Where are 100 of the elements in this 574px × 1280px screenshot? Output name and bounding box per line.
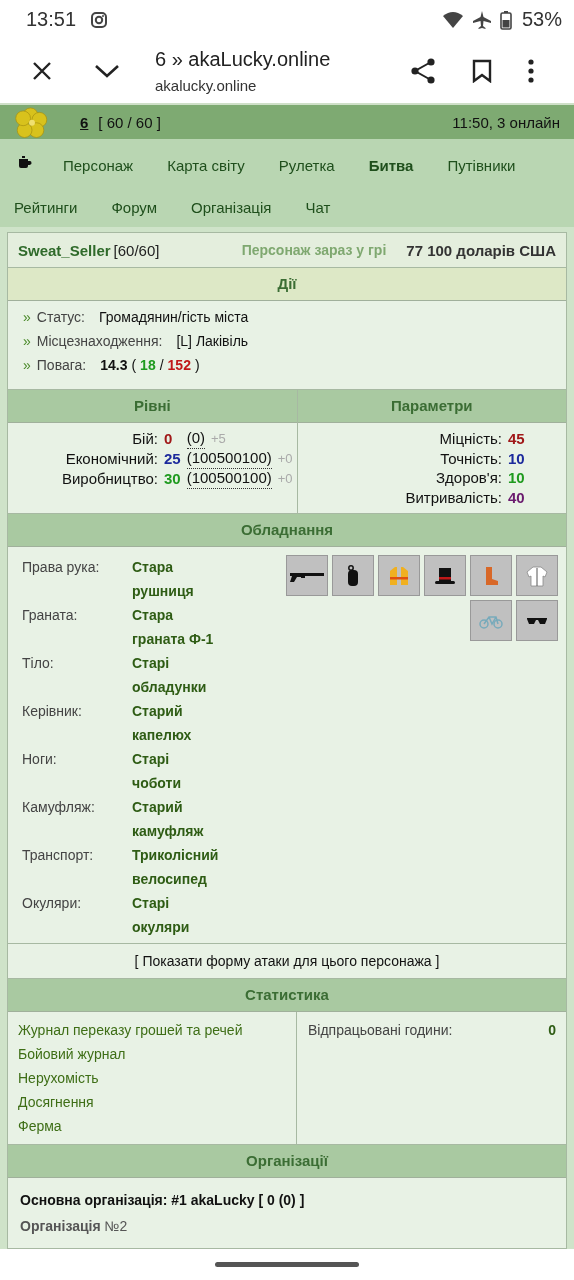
boot-icon bbox=[483, 565, 499, 586]
gesture-handle[interactable] bbox=[215, 1262, 359, 1268]
level-link[interactable]: 6 bbox=[80, 113, 89, 131]
equipment-slot[interactable] bbox=[516, 600, 558, 642]
stat-link[interactable]: Ферма bbox=[18, 1114, 286, 1139]
chevron-down-icon[interactable] bbox=[94, 63, 120, 80]
bookmark-icon[interactable] bbox=[472, 59, 492, 84]
item-link[interactable]: Старий капелюх bbox=[132, 699, 220, 748]
sunglasses-icon bbox=[526, 615, 548, 626]
level-bonus: +0 bbox=[277, 450, 293, 469]
player-energy: [60/60] bbox=[113, 241, 160, 259]
bullet-mark: » bbox=[23, 333, 31, 350]
stat-link[interactable]: Досягнення bbox=[18, 1090, 286, 1115]
info-value: Громадянин/гість міста bbox=[98, 309, 249, 326]
item-link[interactable]: Старі обладунки bbox=[132, 651, 220, 700]
bullet-mark: » bbox=[23, 309, 31, 326]
stat-link[interactable]: Нерухомість bbox=[18, 1066, 286, 1091]
vest-icon bbox=[388, 565, 410, 586]
level-label: Економічний: bbox=[64, 449, 158, 470]
nav-link[interactable]: Організація bbox=[191, 193, 272, 224]
nav-link[interactable]: Чат bbox=[305, 193, 331, 224]
info-value: ) bbox=[194, 357, 200, 374]
info-value: 14.3 bbox=[100, 357, 128, 374]
bullet-mark: » bbox=[23, 357, 31, 374]
server-time-online: 11:50, 3 онлайн bbox=[452, 113, 560, 131]
section-header: Дії bbox=[8, 268, 566, 302]
top-hat-icon bbox=[434, 566, 456, 585]
slot-label: Ноги: bbox=[22, 750, 58, 770]
nav-link[interactable]: Битва bbox=[368, 151, 414, 182]
parameter-label: Здоров'я: bbox=[435, 468, 502, 488]
battery-percent: 53% bbox=[521, 8, 562, 31]
parameter-value: 45 bbox=[508, 429, 526, 449]
share-icon[interactable] bbox=[410, 57, 436, 86]
cup-icon[interactable] bbox=[18, 155, 32, 170]
slot-label: Транспорт: bbox=[22, 846, 95, 866]
item-link[interactable]: Старі чоботи bbox=[132, 747, 220, 796]
stat-value: 0 bbox=[548, 1021, 556, 1041]
item-link[interactable]: Старий камуфляж bbox=[132, 795, 220, 844]
equipment-slot[interactable] bbox=[286, 555, 328, 597]
energy-counter: [ 60 / 60 ] bbox=[98, 113, 161, 131]
organization-slot: Організація №2 bbox=[20, 1218, 554, 1235]
section-header: Обладнання bbox=[8, 514, 566, 548]
main-organization: Основна організація: #1 akaLucky [ 0 (0) ] bbox=[20, 1192, 306, 1209]
section-header: Статистика bbox=[8, 979, 566, 1013]
equipment-slot[interactable] bbox=[424, 555, 466, 597]
parameter-value: 40 bbox=[508, 487, 526, 508]
info-value: [L] Лаківіль bbox=[176, 333, 249, 350]
info-label: Повага: bbox=[36, 357, 87, 374]
item-link[interactable]: Триколісний велосипед bbox=[132, 843, 220, 892]
item-link[interactable]: Стара граната Ф-1 bbox=[132, 603, 220, 652]
jacket-icon bbox=[526, 564, 548, 587]
slot-label: Граната: bbox=[22, 606, 79, 626]
equipment-slot[interactable] bbox=[332, 555, 374, 597]
level-label: Виробництво: bbox=[60, 469, 158, 490]
info-value: ( bbox=[131, 357, 137, 374]
experience-link[interactable]: (0) bbox=[186, 429, 206, 450]
item-link[interactable]: Старі окуляри bbox=[132, 891, 220, 940]
info-label: Місцезнаходження: bbox=[36, 333, 163, 350]
level-bonus: +5 bbox=[211, 430, 226, 449]
camera-icon bbox=[90, 10, 109, 29]
info-label: Статус: bbox=[36, 309, 85, 326]
nav-link[interactable]: Форум bbox=[111, 193, 158, 224]
parameter-label: Витривалість: bbox=[404, 487, 502, 508]
section-header: Параметри bbox=[297, 390, 566, 424]
parameter-value: 10 bbox=[508, 468, 526, 488]
grenade-icon bbox=[346, 564, 360, 587]
info-value: / bbox=[159, 357, 164, 374]
slot-label: Окуляри: bbox=[22, 894, 83, 914]
page-url: akalucky.online bbox=[155, 77, 258, 95]
level-bonus: +0 bbox=[277, 470, 293, 489]
slot-label: Камуфляж: bbox=[22, 798, 96, 818]
parameter-label: Міцність: bbox=[438, 429, 502, 449]
nav-link[interactable]: Карта світу bbox=[167, 151, 245, 182]
experience-link[interactable]: (100500100) bbox=[186, 449, 272, 470]
level-value: 30 bbox=[164, 469, 181, 490]
item-link[interactable]: Стара рушниця bbox=[132, 555, 220, 604]
attack-form-link[interactable]: [ Показати форму атаки для цього персонажа ] bbox=[134, 953, 440, 970]
clock-time: 13:51 bbox=[26, 8, 77, 31]
level-value: 0 bbox=[164, 429, 174, 450]
close-icon[interactable] bbox=[32, 61, 52, 82]
nav-link[interactable]: Персонаж bbox=[63, 151, 134, 182]
nav-link[interactable]: Путівники bbox=[447, 151, 516, 182]
slot-label: Керівник: bbox=[22, 702, 83, 722]
stat-link[interactable]: Бойовий журнал bbox=[18, 1042, 286, 1067]
stat-label: Відпрацьовані години: bbox=[308, 1021, 453, 1041]
nav-link[interactable]: Рейтинги bbox=[14, 193, 78, 224]
online-status: Персонаж зараз у грі bbox=[241, 242, 387, 259]
level-value: 25 bbox=[164, 449, 181, 470]
stat-link[interactable]: Журнал переказу грошей та речей bbox=[18, 1018, 286, 1043]
section-header: Рівні bbox=[8, 390, 297, 424]
slot-label: Тіло: bbox=[22, 654, 55, 674]
battery-icon bbox=[499, 9, 512, 30]
parameter-label: Точність: bbox=[439, 448, 502, 469]
experience-link[interactable]: (100500100) bbox=[186, 469, 272, 490]
nav-link[interactable]: Рулетка bbox=[278, 151, 335, 182]
more-icon[interactable] bbox=[528, 59, 534, 84]
slot-label: Права рука: bbox=[22, 558, 101, 578]
section-header: Організації bbox=[8, 1145, 566, 1179]
wifi-icon bbox=[441, 10, 464, 29]
player-name[interactable]: Sweat_Seller bbox=[18, 241, 111, 259]
